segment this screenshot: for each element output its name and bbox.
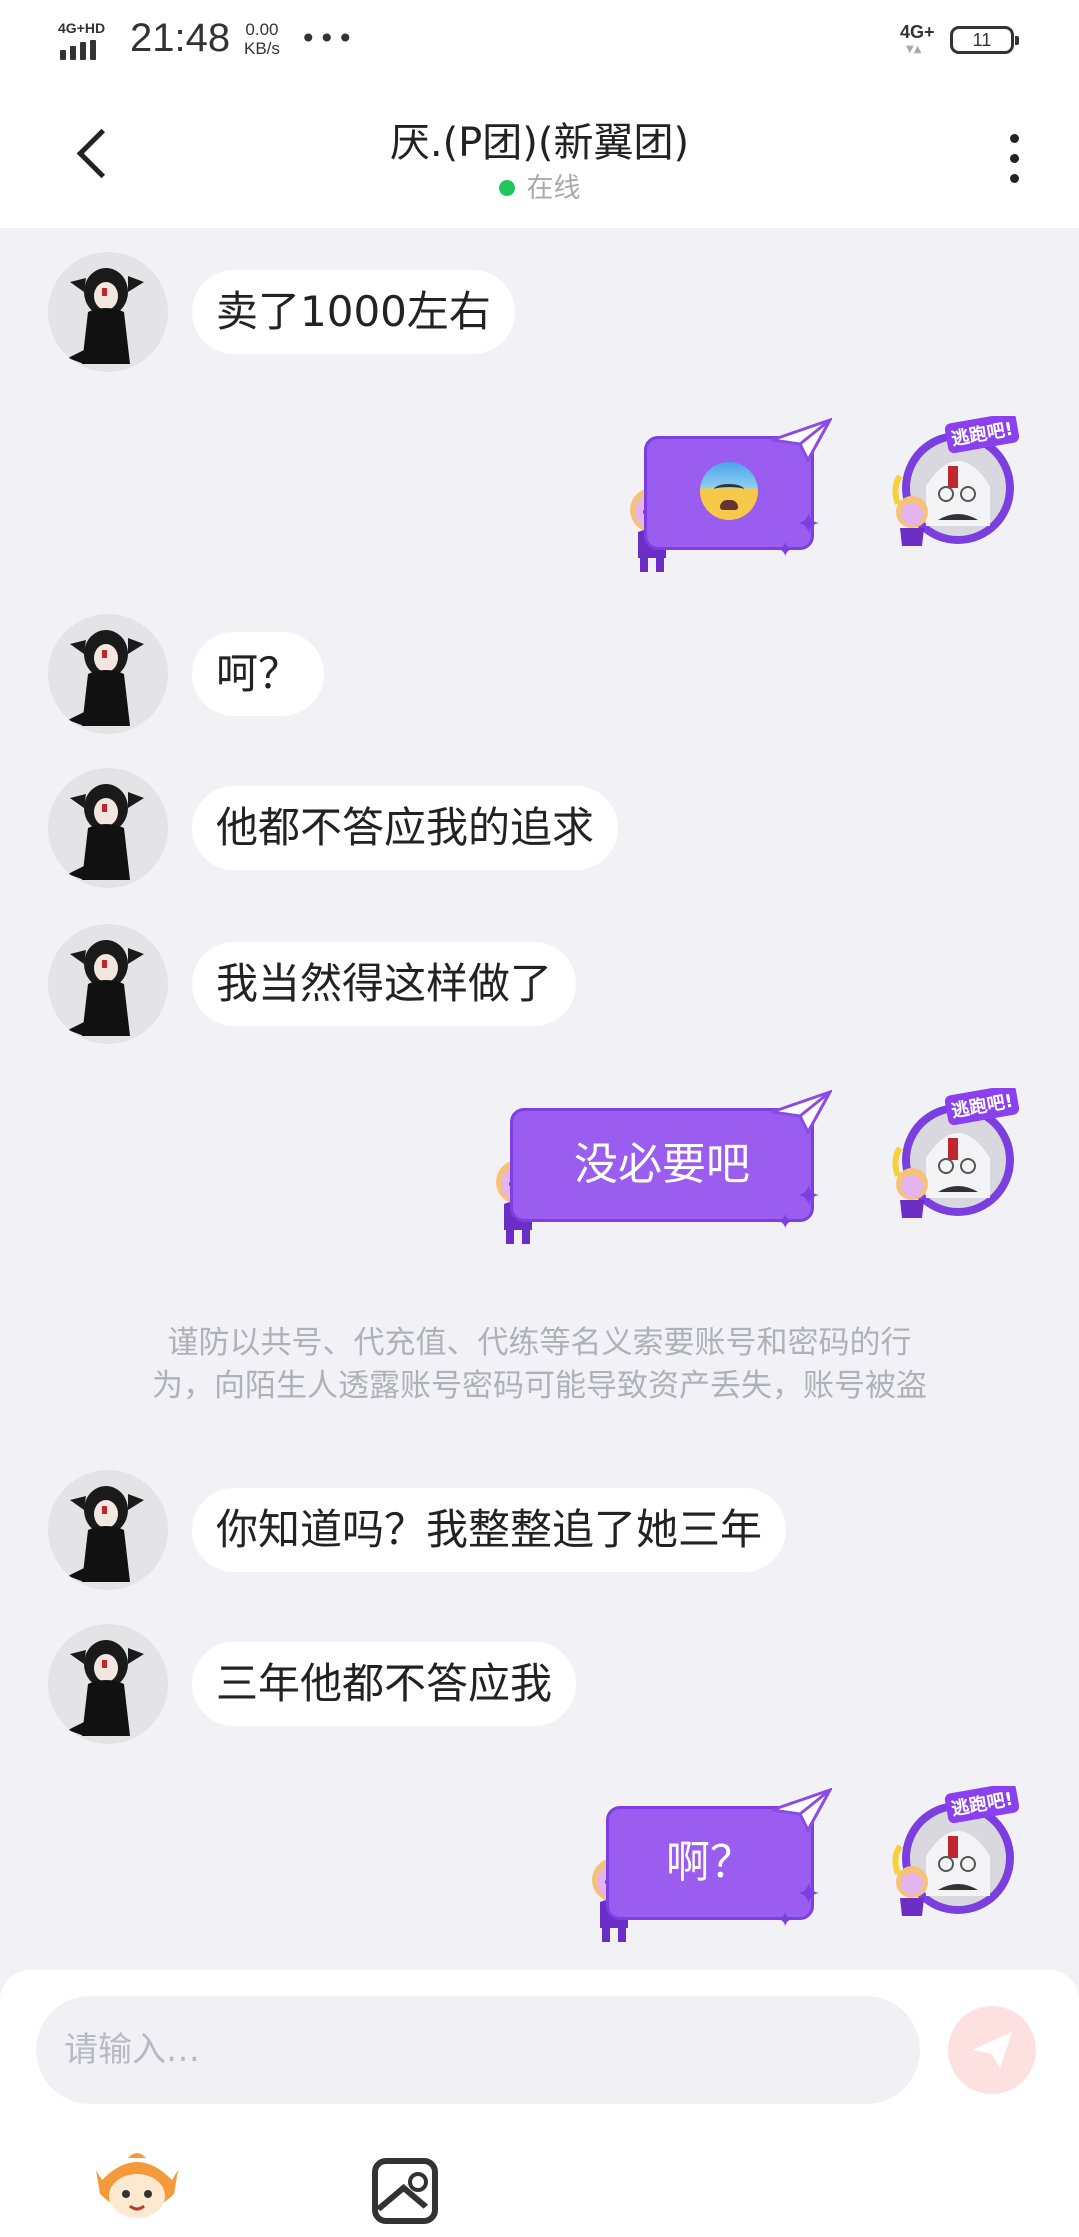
my-avatar[interactable]: 逃跑吧! (886, 1786, 1022, 1922)
security-notice: 谨防以共号、代充值、代练等名义索要账号和密码的行 为，向陌生人透露账号密码可能导… (80, 1322, 999, 1408)
contact-avatar[interactable] (48, 1624, 168, 1744)
contact-avatar[interactable] (48, 768, 168, 888)
network-label: 4G+HD (58, 20, 106, 36)
status-time: 21:48 (130, 16, 231, 60)
sparkle-icon: ✦ (796, 1877, 822, 1912)
my-avatar[interactable]: 逃跑吧! (886, 1088, 1022, 1224)
contact-avatar[interactable] (48, 614, 168, 734)
speed-value: 0.00 (245, 20, 279, 39)
input-panel (0, 1970, 1079, 2237)
chat-message-list[interactable]: 卖了1000左右 ✦ ✦ 逃跑吧! 呵？ 他都不答应我的追求 我当然得这样做了 … (0, 228, 1079, 1970)
message-input[interactable] (36, 1996, 920, 2104)
chat-header: 厌.(P团)(新翼团) 在线 (0, 80, 1079, 228)
sparkle-icon: ✦ (776, 1908, 795, 1933)
message-bubble[interactable]: 呵？ (192, 632, 325, 716)
online-dot-icon (498, 179, 515, 196)
online-status-label: 在线 (526, 173, 581, 204)
contact-avatar[interactable] (48, 252, 168, 372)
paper-plane-icon (771, 418, 832, 462)
message-bubble[interactable]: 你知道吗？我整整追了她三年 (192, 1488, 787, 1572)
more-options-icon[interactable] (994, 124, 1034, 194)
data-arrows-icon: ▼▲ (906, 44, 922, 55)
sparkle-icon: ✦ (796, 507, 822, 542)
speed-unit: KB/s (244, 39, 280, 58)
message-bubble-sent[interactable]: 没必要吧 (510, 1108, 814, 1222)
paper-plane-icon (771, 1788, 832, 1832)
sparkle-icon: ✦ (796, 1179, 822, 1214)
security-notice-line: 谨防以共号、代充值、代练等名义索要账号和密码的行 (167, 1325, 912, 1361)
message-bubble[interactable]: 卖了1000左右 (192, 270, 515, 354)
network-speed: 0.00 KB/s (244, 20, 280, 58)
paper-plane-icon (771, 1090, 832, 1134)
contact-avatar[interactable] (48, 1470, 168, 1590)
online-status: 在线 (0, 166, 1079, 205)
message-bubble[interactable]: 三年他都不答应我 (192, 1642, 577, 1726)
send-button[interactable] (948, 2006, 1036, 2094)
sparkle-icon: ✦ (776, 538, 795, 563)
sticker-mascot-icon[interactable] (92, 2150, 182, 2224)
contact-avatar[interactable] (48, 924, 168, 1044)
send-plane-icon (972, 2032, 1012, 2068)
message-bubble[interactable]: 他都不答应我的追求 (192, 786, 619, 870)
image-picker-icon[interactable] (372, 2158, 438, 2224)
battery-icon: 11 (950, 26, 1019, 54)
status-more-icon: ••• (300, 22, 356, 55)
signal-icon: 4G+HD (58, 20, 106, 60)
status-bar: 4G+HD 21:48 0.00 KB/s ••• 4G+ ▼▲ 11 (0, 0, 1079, 80)
chat-title: 厌.(P团)(新翼团) (389, 120, 690, 166)
sparkle-icon: ✦ (776, 1210, 795, 1235)
my-avatar[interactable]: 逃跑吧! (886, 416, 1022, 552)
anxious-sweat-emoji-icon (700, 462, 758, 520)
security-notice-line: 为，向陌生人透露账号密码可能导致资产丢失，账号被盗 (152, 1368, 927, 1404)
message-bubble[interactable]: 我当然得这样做了 (192, 942, 577, 1026)
network-type: 4G+ (900, 22, 935, 42)
